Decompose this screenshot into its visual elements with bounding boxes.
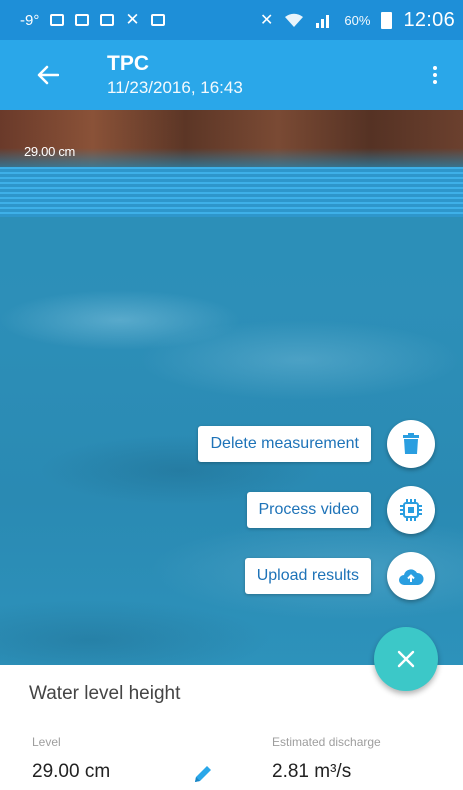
edit-level-button[interactable] — [190, 761, 216, 787]
section-title: Water level height — [29, 683, 181, 704]
mute-icon: ✕ — [260, 12, 274, 29]
page-subtitle: 11/23/2016, 16:43 — [107, 78, 243, 97]
battery-percent: 60% — [344, 12, 371, 28]
page-title: TPC — [107, 52, 149, 75]
process-video-label[interactable]: Process video — [246, 492, 371, 528]
close-icon — [397, 650, 415, 668]
notification-icon — [50, 14, 65, 26]
temperature-text: -9° — [20, 11, 40, 29]
more-dot-icon — [433, 80, 437, 84]
upload-results-button[interactable] — [387, 552, 435, 600]
discharge-label: Estimated discharge — [272, 735, 381, 749]
title-block: TPC 11/23/2016, 16:43 — [107, 52, 243, 100]
close-speed-dial-button[interactable] — [374, 627, 438, 691]
status-bar: -9° ✕ ✕ 60% 12:06 — [0, 0, 463, 40]
status-time: 12:06 — [403, 8, 455, 31]
level-overlay-label: 29.00 cm — [24, 144, 76, 159]
level-value: 29.00 cm — [32, 761, 111, 782]
delete-measurement-action: Delete measurement — [198, 420, 435, 468]
wifi-icon — [285, 13, 304, 27]
arrow-left-icon — [37, 65, 59, 85]
chip-icon — [400, 499, 422, 521]
back-button[interactable] — [30, 57, 66, 93]
water-level-lines — [0, 167, 463, 217]
more-dot-icon — [433, 73, 437, 77]
upload-results-action: Upload results — [244, 552, 435, 600]
cloud-upload-icon — [399, 569, 424, 585]
process-video-action: Process video — [246, 486, 435, 534]
river-bank — [0, 110, 463, 168]
calendar-icon — [150, 14, 165, 26]
level-label: Level — [32, 735, 61, 749]
signal-icon — [316, 15, 330, 28]
app-bar: TPC 11/23/2016, 16:43 — [0, 40, 463, 110]
status-right: ✕ 60% 12:06 — [260, 9, 455, 32]
delete-measurement-button[interactable] — [387, 420, 435, 468]
upload-results-label[interactable]: Upload results — [244, 558, 371, 594]
gallery-icon — [75, 14, 90, 26]
camera-icon — [100, 14, 115, 26]
more-dot-icon — [433, 66, 437, 70]
status-left: -9° ✕ — [20, 10, 165, 30]
delete-measurement-label[interactable]: Delete measurement — [198, 426, 371, 462]
more-options-button[interactable] — [423, 60, 447, 90]
pencil-icon — [195, 766, 211, 782]
trash-icon — [403, 433, 419, 454]
tools-icon: ✕ — [125, 10, 140, 29]
process-video-button[interactable] — [387, 486, 435, 534]
battery-icon — [381, 11, 393, 29]
discharge-value: 2.81 m³/s — [272, 761, 352, 782]
